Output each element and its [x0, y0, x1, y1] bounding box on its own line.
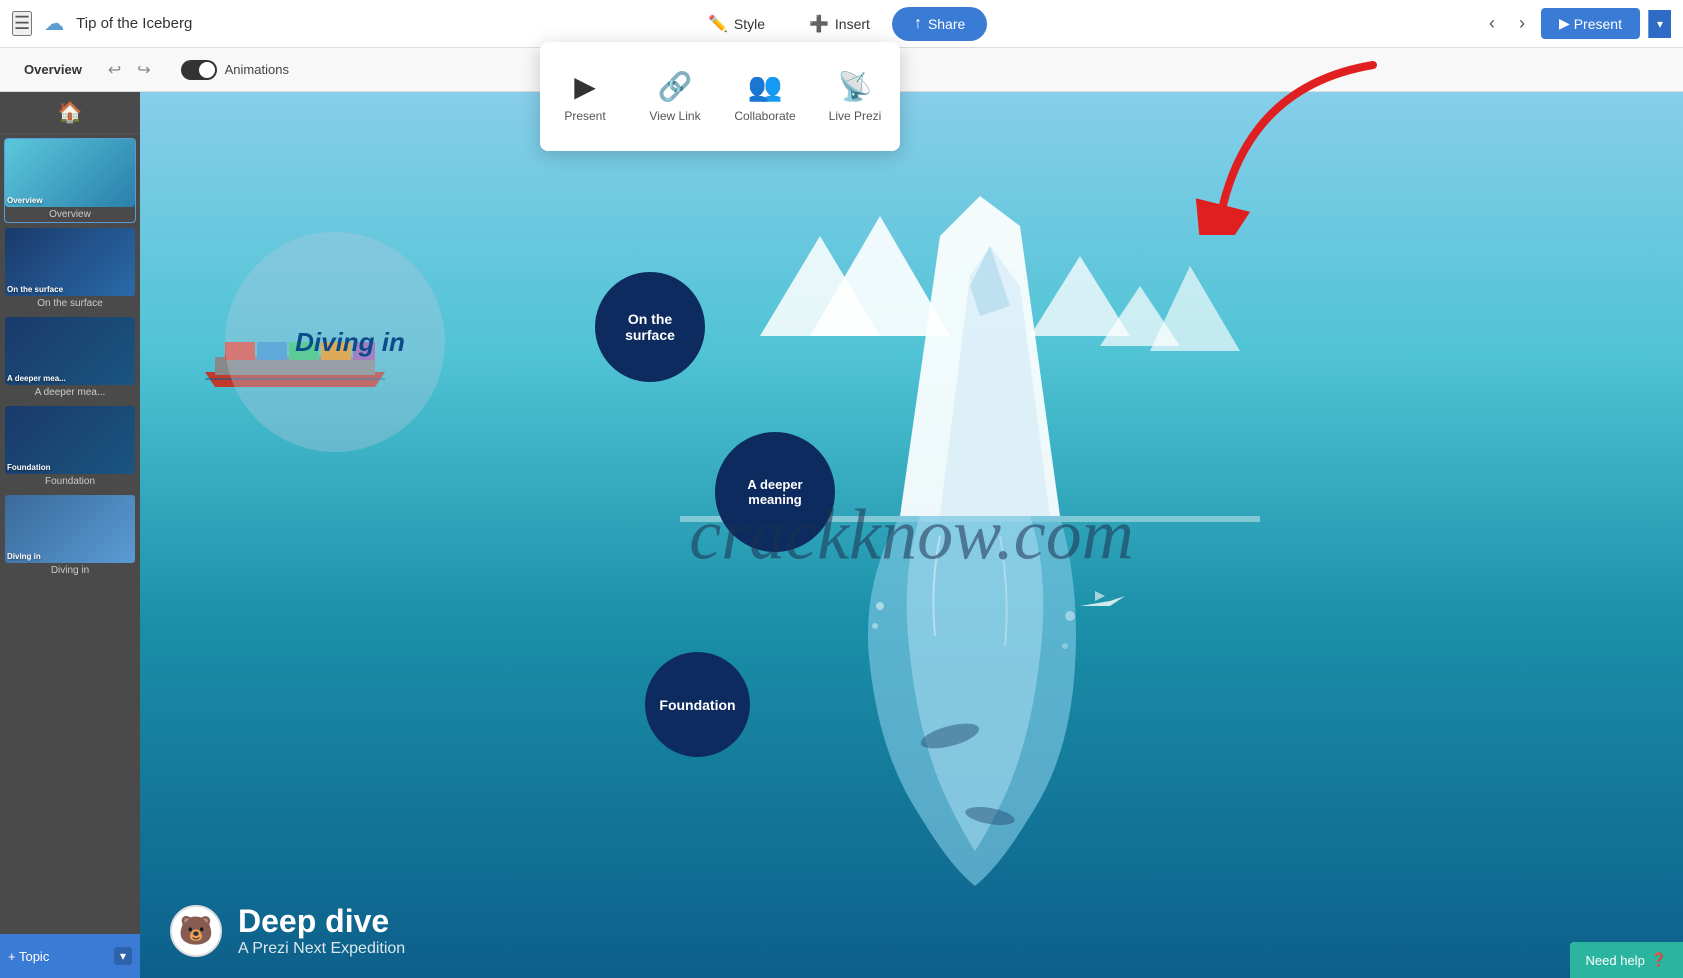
nav-prev-button[interactable]: ‹: [1481, 9, 1503, 38]
add-topic-dropdown-icon[interactable]: ▾: [114, 947, 132, 965]
present-play-icon: ▶: [1559, 15, 1570, 32]
share-liveprezi-label: Live Prezi: [829, 109, 882, 123]
diving-circle[interactable]: Diving in: [225, 232, 445, 452]
brand-text: Deep dive A Prezi Next Expedition: [238, 903, 405, 958]
slide-thumb-1-label: On the surface: [7, 285, 133, 294]
brand-title: Deep dive: [238, 903, 405, 940]
nav-next-button[interactable]: ›: [1511, 9, 1533, 38]
slide-2[interactable]: 2 3 A deeper mea... A deeper mea...: [4, 316, 136, 401]
slide-thumb-3: Foundation: [5, 406, 135, 474]
animations-label: Animations: [225, 62, 289, 77]
home-icon-container: 🏠: [0, 92, 140, 134]
foundation-node[interactable]: Foundation: [645, 652, 750, 757]
slide-label-3: Foundation: [5, 474, 135, 489]
doc-title: Tip of the Iceberg: [76, 15, 192, 32]
on-the-surface-node[interactable]: On the surface: [595, 272, 705, 382]
brand-logo: 🐻: [170, 905, 222, 957]
home-icon[interactable]: 🏠: [58, 100, 83, 125]
insert-button[interactable]: ➕ Insert: [787, 6, 892, 42]
hamburger-button[interactable]: ☰: [12, 11, 32, 36]
slide-label-4: Diving in: [5, 563, 135, 578]
slide-thumb-overview: Overview: [5, 139, 135, 207]
need-help-label: Need help: [1586, 953, 1645, 968]
slides-panel: Overview Overview 1 4 On the surface On …: [0, 134, 140, 978]
animations-toggle: Animations: [181, 60, 289, 80]
cloud-icon: ☁: [44, 11, 64, 36]
slide-4[interactable]: 4 4 Diving in Diving in: [4, 494, 136, 579]
slide-1[interactable]: 1 4 On the surface On the surface: [4, 227, 136, 312]
slide-thumb-4: Diving in: [5, 495, 135, 563]
top-toolbar: ☰ ☁ Tip of the Iceberg ✏️ Style ➕ Insert…: [0, 0, 1683, 48]
collaborate-option-icon: 👥: [748, 70, 783, 103]
slide-thumb-overview-label: Overview: [7, 196, 133, 205]
slide-thumb-1: On the surface: [5, 228, 135, 296]
share-viewlink-label: View Link: [649, 109, 700, 123]
main-canvas: Diving in On the surface A deeper meanin…: [140, 92, 1683, 978]
share-liveprezi-option[interactable]: 📡 Live Prezi: [810, 58, 900, 135]
toolbar-right: ‹ › ▶ Present ▾: [1469, 8, 1683, 39]
animations-switch[interactable]: [181, 60, 217, 80]
bear-icon: 🐻: [179, 914, 214, 947]
share-collaborate-option[interactable]: 👥 Collaborate: [720, 58, 810, 135]
style-icon: ✏️: [708, 14, 728, 34]
share-button[interactable]: ↑ Share: [892, 7, 987, 41]
present-option-icon: ▶: [574, 70, 596, 103]
slide-thumb-4-label: Diving in: [7, 552, 133, 561]
liveprezi-option-icon: 📡: [838, 70, 873, 103]
slide-thumb-2-label: A deeper mea...: [7, 374, 133, 383]
share-collaborate-label: Collaborate: [734, 109, 795, 123]
redo-button[interactable]: ↪: [131, 58, 156, 82]
slide-label-overview: Overview: [5, 207, 135, 222]
slide-label-2: A deeper mea...: [5, 385, 135, 400]
add-topic-label: + Topic: [8, 949, 49, 964]
add-topic-bar[interactable]: + Topic ▾: [0, 934, 140, 978]
overview-tab[interactable]: Overview: [16, 58, 90, 81]
share-icon: ↑: [914, 15, 922, 33]
share-dropdown: ▶ Present 🔗 View Link 👥 Collaborate 📡 Li…: [540, 42, 900, 151]
slide-overview[interactable]: Overview Overview: [4, 138, 136, 223]
share-present-option[interactable]: ▶ Present: [540, 58, 630, 135]
insert-icon: ➕: [809, 14, 829, 34]
undo-button[interactable]: ↩: [102, 58, 127, 82]
scene: Diving in On the surface A deeper meanin…: [140, 92, 1683, 978]
slide-thumb-3-label: Foundation: [7, 463, 133, 472]
a-deeper-meaning-node[interactable]: A deeper meaning: [715, 432, 835, 552]
share-present-label: Present: [564, 109, 605, 123]
toolbar-left: ☰ ☁ Tip of the Iceberg: [0, 11, 204, 36]
slide-label-1: On the surface: [5, 296, 135, 311]
viewlink-option-icon: 🔗: [658, 70, 693, 103]
slide-thumb-2: A deeper mea...: [5, 317, 135, 385]
undo-redo-group: ↩ ↪: [102, 58, 157, 82]
present-button[interactable]: ▶ Present: [1541, 8, 1640, 39]
present-dropdown-button[interactable]: ▾: [1648, 10, 1671, 38]
share-viewlink-option[interactable]: 🔗 View Link: [630, 58, 720, 135]
toolbar-center: ✏️ Style ➕ Insert ↑ Share: [204, 6, 1469, 42]
slide-3[interactable]: 3 2 Foundation Foundation: [4, 405, 136, 490]
left-sidebar: 🏠 Overview Overview 1 4 On the surface O…: [0, 92, 140, 978]
need-help-button[interactable]: Need help ❓: [1570, 942, 1683, 978]
help-icon: ❓: [1651, 952, 1667, 968]
bottom-branding: 🐻 Deep dive A Prezi Next Expedition: [170, 903, 405, 958]
style-button[interactable]: ✏️ Style: [686, 6, 787, 42]
brand-subtitle: A Prezi Next Expedition: [238, 940, 405, 958]
diving-text: Diving in: [295, 327, 405, 358]
